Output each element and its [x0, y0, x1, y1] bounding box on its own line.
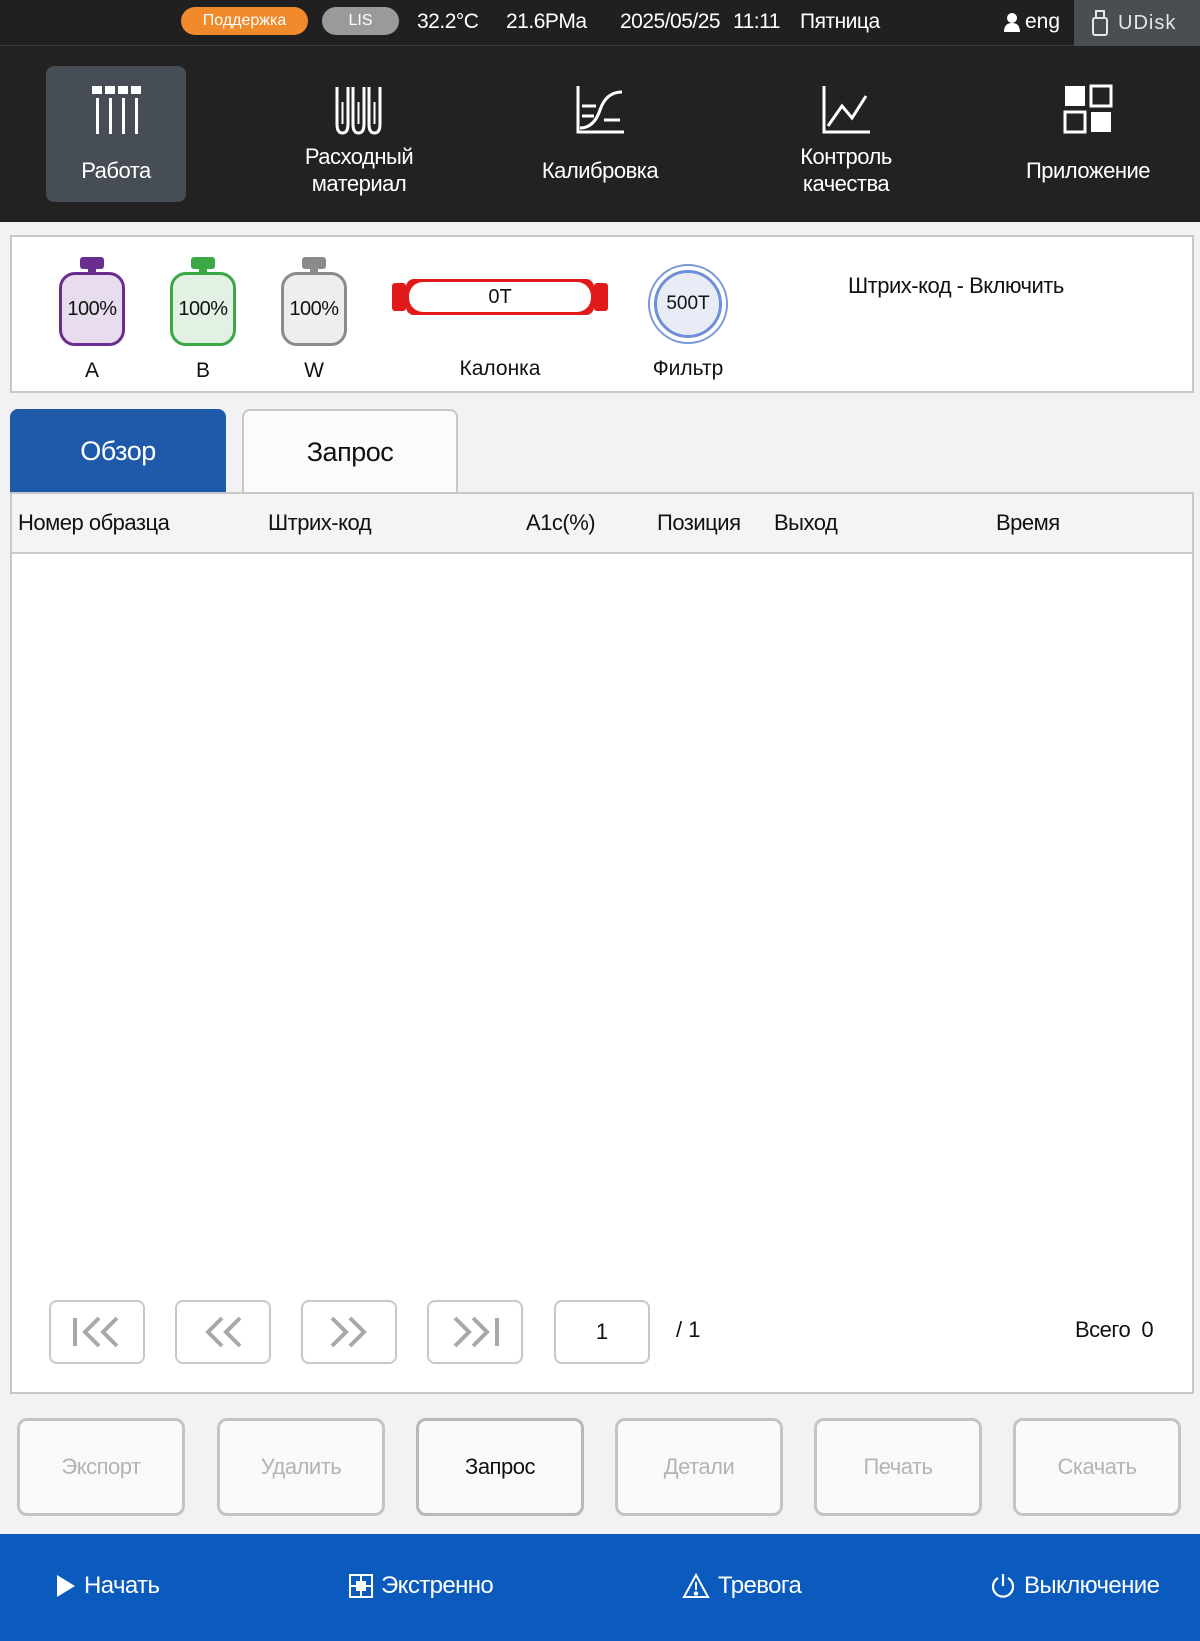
bottle-level: 100%: [281, 272, 347, 346]
time-readout: 11:11: [733, 10, 780, 33]
weekday-readout: Пятница: [800, 10, 880, 33]
column-header-output[interactable]: Выход: [774, 510, 838, 536]
query-button[interactable]: Запрос: [416, 1418, 584, 1516]
user-icon: [1004, 13, 1020, 32]
barcode-status: Штрих-код - Включить: [848, 273, 1064, 298]
user-language[interactable]: eng: [1003, 10, 1060, 34]
filter-label: Фильтр: [652, 357, 724, 380]
column-endcap-right: [594, 283, 608, 311]
date-readout: 2025/05/25: [620, 10, 721, 33]
column-header-time[interactable]: Время: [996, 510, 1060, 536]
last-page-button[interactable]: [427, 1300, 523, 1364]
nav-application[interactable]: Приложение: [1018, 66, 1158, 202]
bottle-level: 100%: [170, 272, 236, 346]
shutdown-label: Выключение: [1024, 1572, 1160, 1599]
line-chart-icon: [776, 84, 916, 140]
last-page-icon: [453, 1316, 499, 1348]
total-pages: / 1: [676, 1317, 701, 1342]
page-number-input[interactable]: 1: [554, 1300, 650, 1364]
nav-label: Расходный материал: [304, 144, 414, 196]
column-indicator[interactable]: 0T: [392, 277, 608, 317]
bottle-level: 100%: [59, 272, 125, 346]
nav-label: Контроль качества: [800, 144, 892, 196]
consumables-status-panel: 100% A 100% B 100% W 0T Калонка 500T Фил…: [10, 235, 1194, 393]
main-navigation: Работа Расходный материал Калибровка Кон…: [0, 46, 1200, 222]
nav-label: Приложение: [1025, 157, 1151, 183]
power-icon: [991, 1574, 1015, 1598]
bottle-name: A: [84, 359, 99, 382]
first-page-icon: [73, 1316, 119, 1348]
details-button[interactable]: Детали: [615, 1418, 783, 1516]
udisk-label: UDisk: [1118, 11, 1177, 34]
shutdown-button[interactable]: Выключение: [990, 1572, 1160, 1600]
column-header-position[interactable]: Позиция: [657, 510, 741, 536]
lis-indicator[interactable]: LIS: [322, 7, 399, 35]
column-tube: 0T: [406, 279, 594, 315]
results-table: Номер образца Штрих-код A1c(%) Позиция В…: [10, 492, 1194, 1394]
nav-consumables[interactable]: Расходный материал: [289, 66, 429, 202]
bottle-name: W: [304, 359, 324, 382]
bottle-name: B: [195, 359, 210, 382]
tab-overview[interactable]: Обзор: [10, 409, 226, 493]
warning-triangle-icon: [682, 1573, 710, 1598]
test-tubes-rack-icon: [46, 84, 186, 140]
emergency-label: Экстренно: [381, 1572, 494, 1599]
usb-drive-icon: [1092, 10, 1108, 36]
nav-work[interactable]: Работа: [46, 66, 186, 202]
nav-label: Калибровка: [541, 157, 659, 183]
print-button[interactable]: Печать: [814, 1418, 982, 1516]
nav-quality-control[interactable]: Контроль качества: [776, 66, 916, 202]
column-header-a1c[interactable]: A1c(%): [526, 510, 596, 536]
column-label: Калонка: [459, 357, 541, 380]
next-page-button[interactable]: [301, 1300, 397, 1364]
play-icon: [57, 1575, 75, 1597]
download-button[interactable]: Скачать: [1013, 1418, 1181, 1516]
nav-calibration[interactable]: Калибровка: [530, 66, 670, 202]
first-page-button[interactable]: [49, 1300, 145, 1364]
previous-page-button[interactable]: [175, 1300, 271, 1364]
emergency-icon: [349, 1574, 373, 1598]
status-bar: Поддержка LIS 32.2°C 21.6PMa 2025/05/25 …: [0, 0, 1200, 46]
start-label: Начать: [84, 1572, 160, 1599]
export-button[interactable]: Экспорт: [17, 1418, 185, 1516]
control-footer: Начать Экстренно Тревога Выключение: [0, 1534, 1200, 1641]
support-button[interactable]: Поддержка: [181, 7, 308, 35]
start-button[interactable]: Начать: [56, 1572, 160, 1600]
double-chevron-right-icon: [330, 1316, 367, 1348]
column-value: 0T: [409, 282, 591, 312]
table-header: Номер образца Штрих-код A1c(%) Позиция В…: [12, 494, 1192, 554]
total-records: Всего 0: [1075, 1317, 1154, 1343]
temperature-readout: 32.2°C: [417, 10, 479, 33]
filter-indicator[interactable]: 500T: [648, 264, 728, 344]
udisk-indicator[interactable]: UDisk: [1074, 0, 1200, 46]
filter-value: 500T: [654, 270, 722, 338]
alarm-label: Тревога: [718, 1572, 802, 1599]
total-count: 0: [1141, 1317, 1154, 1342]
column-header-sample-number[interactable]: Номер образца: [18, 510, 170, 536]
alarm-button[interactable]: Тревога: [682, 1572, 802, 1600]
double-chevron-left-icon: [205, 1316, 242, 1348]
calibration-curve-icon: [530, 84, 670, 140]
nav-label: Работа: [81, 157, 151, 183]
language-label: eng: [1025, 10, 1061, 33]
total-label: Всего: [1075, 1317, 1131, 1342]
table-body: [12, 556, 1192, 1256]
column-endcap-left: [392, 283, 406, 311]
emergency-button[interactable]: Экстренно: [349, 1572, 494, 1600]
delete-button[interactable]: Удалить: [217, 1418, 385, 1516]
reagent-tubes-icon: [289, 84, 429, 140]
apps-grid-icon: [1018, 84, 1158, 140]
pressure-readout: 21.6PMa: [506, 10, 587, 33]
column-header-barcode[interactable]: Штрих-код: [268, 510, 372, 536]
tab-query[interactable]: Запрос: [242, 409, 458, 493]
